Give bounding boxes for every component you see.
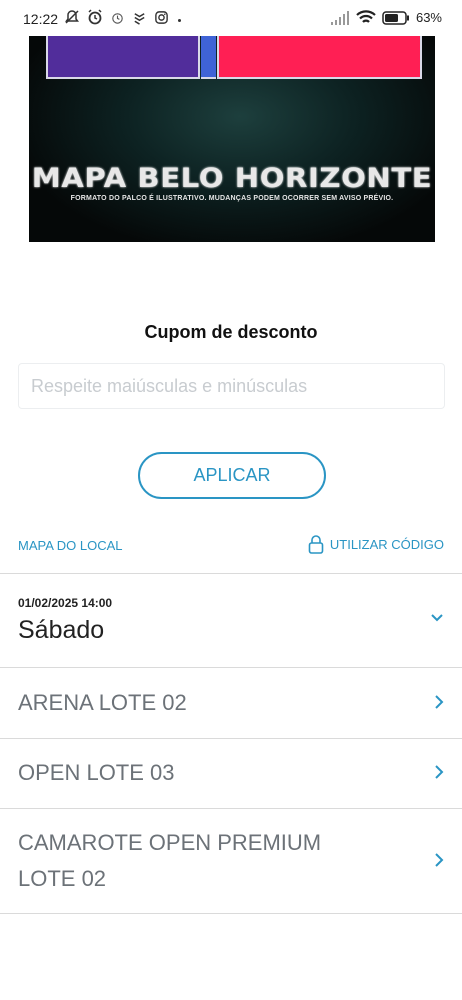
signal-icon [330, 10, 349, 25]
ticket-label-line2: LOTE 02 [18, 866, 107, 891]
more-notifications-dot [178, 19, 181, 22]
use-code-label: UTILIZAR CÓDIGO [329, 536, 444, 552]
instagram-icon [155, 10, 168, 24]
chevron-right-icon[interactable] [434, 852, 444, 868]
divider [0, 808, 462, 809]
app-notification-icon [134, 12, 145, 25]
battery-icon [382, 10, 409, 25]
ticket-label: OPEN LOTE 03 [18, 760, 175, 785]
status-bar: 12:22 63% [0, 0, 462, 36]
map-title: MAPA BELO HORIZONTE [31, 163, 433, 194]
divider [0, 738, 462, 739]
wifi-icon [356, 10, 376, 23]
alarm-outline-icon [112, 12, 123, 24]
divider [0, 913, 462, 914]
use-code-link[interactable]: UTILIZAR CÓDIGO [308, 534, 444, 554]
stage-sector-pink [217, 33, 422, 79]
status-time: 12:22 [23, 11, 59, 27]
coupon-title: Cupom de desconto [144, 322, 318, 342]
system-status: 63% [330, 10, 442, 25]
chevron-right-icon[interactable] [434, 764, 444, 780]
ticket-label-line1: CAMAROTE OPEN PREMIUM [18, 830, 322, 855]
ticket-label: ARENA LOTE 02 [18, 690, 187, 715]
notification-icons [64, 9, 169, 25]
event-day: Sábado [18, 616, 105, 644]
stage-sector-purple [46, 33, 200, 79]
ticket-label: CAMAROTE OPEN PREMIUM LOTE 02 [18, 827, 321, 895]
chevron-down-icon[interactable] [430, 613, 444, 623]
venue-map-banner: MAPA BELO HORIZONTE FORMATO DO PALCO É I… [29, 33, 435, 242]
venue-map-link[interactable]: MAPA DO LOCAL [18, 538, 123, 553]
map-disclaimer: FORMATO DO PALCO É ILUSTRATIVO. MUDANÇAS… [70, 195, 394, 202]
chevron-right-icon[interactable] [434, 694, 444, 710]
apply-button[interactable]: APLICAR [138, 452, 326, 499]
divider [0, 667, 462, 668]
stage-sector-blue [201, 33, 216, 79]
bell-off-icon [65, 10, 79, 24]
lock-icon [308, 535, 324, 554]
divider [0, 573, 462, 574]
event-datetime: 01/02/2025 14:00 [18, 596, 113, 610]
alarm-icon [88, 9, 102, 25]
coupon-input[interactable] [18, 363, 445, 409]
battery-level: 63% [415, 10, 442, 25]
